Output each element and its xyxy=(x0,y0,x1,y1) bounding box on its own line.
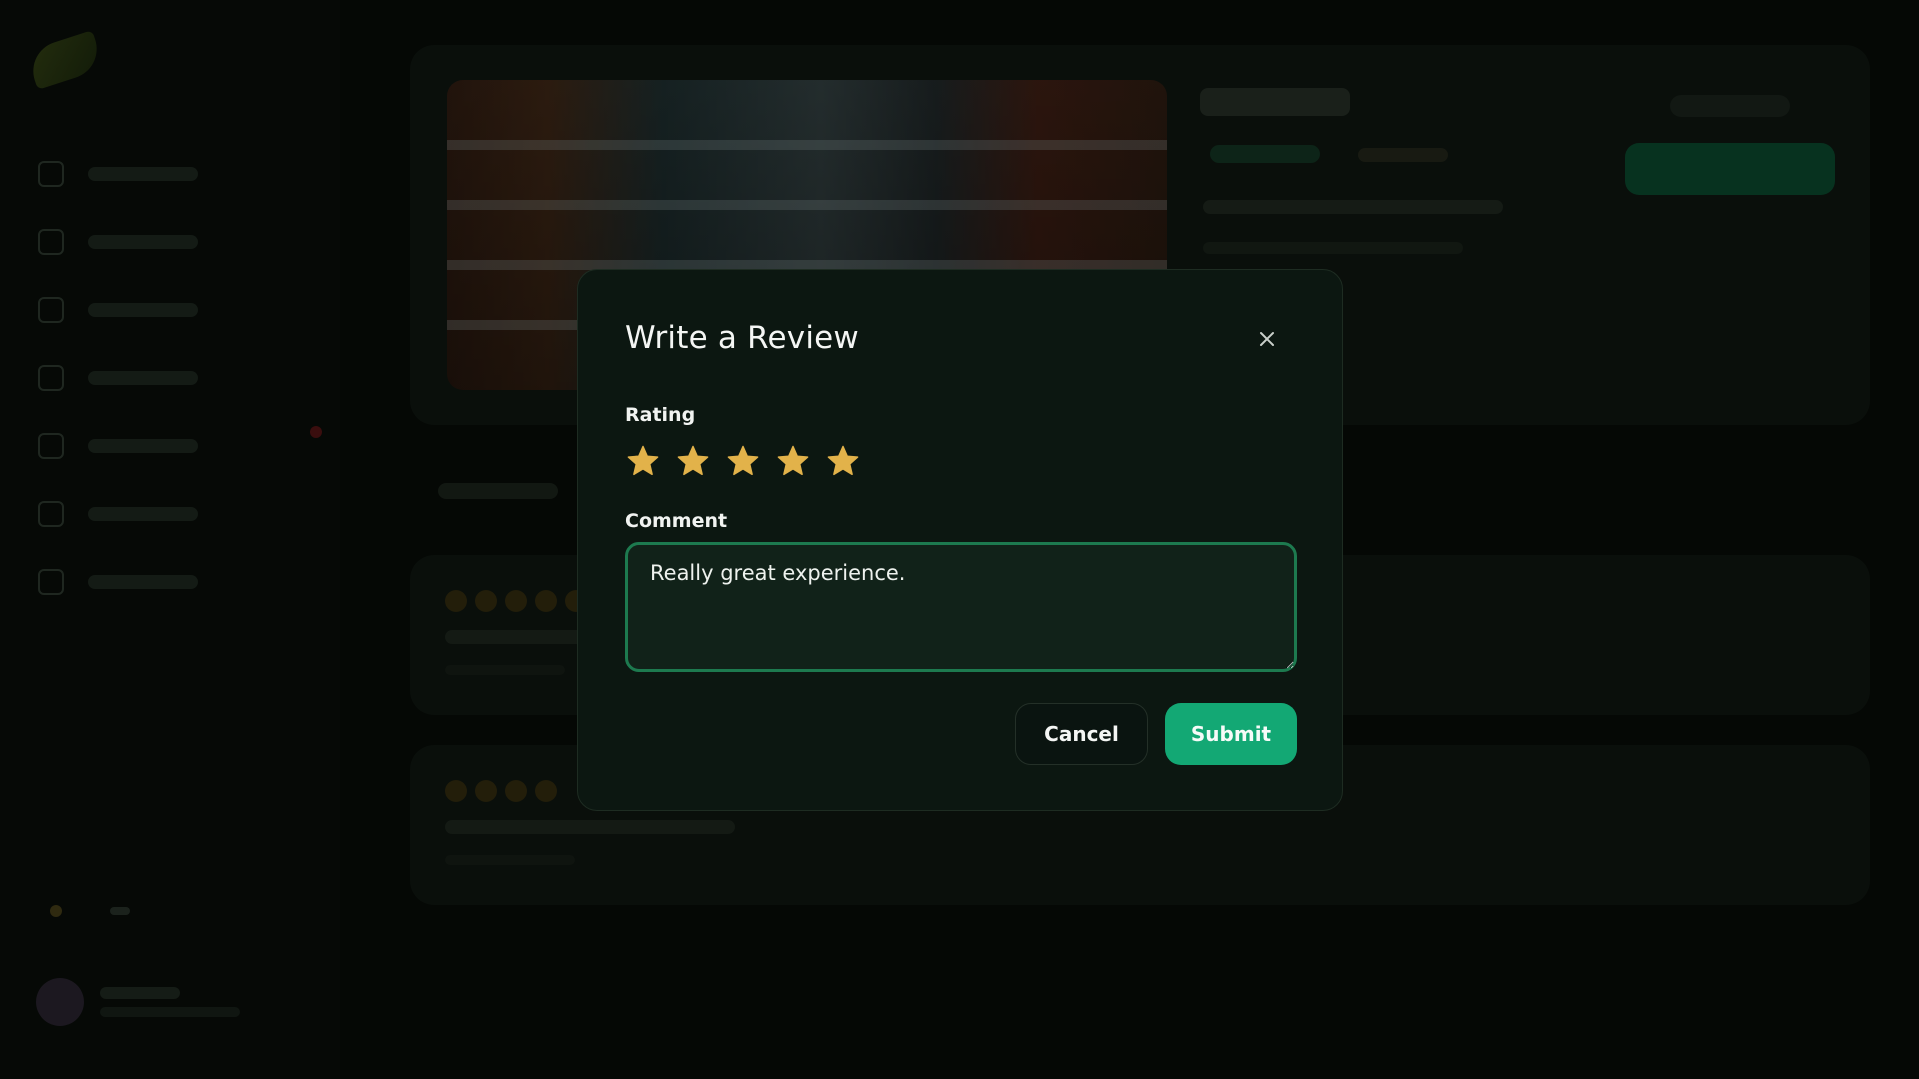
star-icon[interactable] xyxy=(625,443,661,479)
nav-icon xyxy=(38,569,64,595)
sidebar-item xyxy=(38,412,328,480)
nav-icon xyxy=(38,365,64,391)
nav-label-placeholder xyxy=(88,235,198,249)
nav-icon xyxy=(38,161,64,187)
sidebar-nav xyxy=(38,140,328,616)
sidebar-item xyxy=(38,208,328,276)
shop-address-placeholder xyxy=(1203,242,1463,254)
user-email-placeholder xyxy=(100,1007,240,1017)
review-meta-placeholder xyxy=(445,665,565,675)
nav-icon xyxy=(38,297,64,323)
shelf-line xyxy=(447,140,1167,150)
rating-stars xyxy=(625,443,861,479)
comment-textarea[interactable] xyxy=(625,542,1297,672)
notification-badge xyxy=(310,426,322,438)
cancel-button[interactable]: Cancel xyxy=(1015,703,1148,765)
comment-label: Comment xyxy=(625,510,728,532)
nav-icon xyxy=(38,433,64,459)
sidebar-item xyxy=(38,140,328,208)
message-button xyxy=(1670,95,1790,117)
nav-label-placeholder xyxy=(88,439,198,453)
submit-button[interactable]: Submit xyxy=(1165,703,1297,765)
nav-label-placeholder xyxy=(88,167,198,181)
nav-label-placeholder xyxy=(88,507,198,521)
products-tab-placeholder xyxy=(438,483,558,499)
theme-toggle-label xyxy=(110,907,130,915)
nav-icon xyxy=(38,501,64,527)
shelf-line xyxy=(447,200,1167,210)
user-profile xyxy=(36,978,240,1026)
avatar xyxy=(36,978,84,1026)
review-text-placeholder xyxy=(445,630,595,644)
shop-rating-placeholder xyxy=(1358,148,1448,162)
star-icon[interactable] xyxy=(825,443,861,479)
nav-label-placeholder xyxy=(88,371,198,385)
user-name-placeholder xyxy=(100,987,180,999)
sidebar-item xyxy=(38,548,328,616)
sidebar-item xyxy=(38,344,328,412)
shop-description-placeholder xyxy=(1203,200,1503,214)
shop-category-chip xyxy=(1210,145,1320,163)
nav-label-placeholder xyxy=(88,303,198,317)
nav-label-placeholder xyxy=(88,575,198,589)
user-info xyxy=(100,987,240,1017)
nav-icon xyxy=(38,229,64,255)
rating-label: Rating xyxy=(625,404,696,426)
primary-action-button xyxy=(1625,143,1835,195)
modal-title: Write a Review xyxy=(625,320,859,356)
close-button[interactable] xyxy=(1254,326,1280,352)
close-icon xyxy=(1260,332,1274,346)
shop-title-placeholder xyxy=(1200,88,1350,116)
sidebar xyxy=(0,0,340,1079)
star-icon[interactable] xyxy=(675,443,711,479)
review-meta-placeholder xyxy=(445,855,575,865)
review-stars xyxy=(445,590,587,612)
theme-toggle-icon xyxy=(50,905,62,917)
logo xyxy=(25,30,105,90)
star-icon[interactable] xyxy=(725,443,761,479)
star-icon[interactable] xyxy=(775,443,811,479)
review-text-placeholder xyxy=(445,820,735,834)
review-modal: Write a Review Rating Comment Cancel Sub… xyxy=(577,269,1343,811)
sidebar-item xyxy=(38,276,328,344)
sidebar-item xyxy=(38,480,328,548)
review-stars xyxy=(445,780,557,802)
